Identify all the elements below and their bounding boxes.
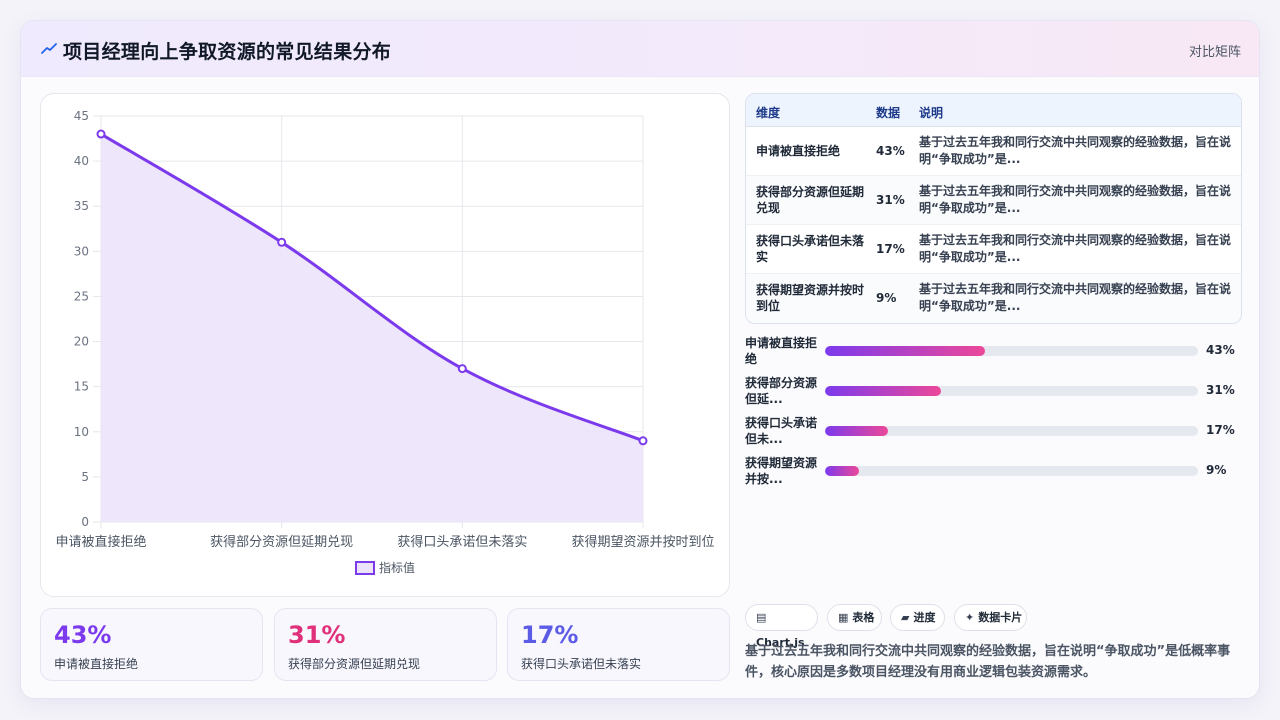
table-cell-dimension: 申请被直接拒绝 bbox=[756, 144, 841, 158]
table-cell-value: 43% bbox=[876, 144, 905, 158]
legend-swatch bbox=[355, 561, 375, 575]
table-icon: ▦ bbox=[838, 611, 849, 624]
chip-label: 进度 bbox=[913, 611, 936, 624]
table-cell-value: 31% bbox=[876, 193, 905, 207]
progress-fill bbox=[825, 466, 859, 476]
x-tick-label: 获得口头承诺但未落实 bbox=[397, 534, 527, 550]
stat-card: 31% 获得部分资源但延期兑现 bbox=[274, 608, 497, 681]
x-tick-label: 申请被直接拒绝 bbox=[55, 534, 146, 550]
stat-value: 43% bbox=[54, 621, 112, 649]
progress-fill bbox=[825, 346, 986, 356]
progress-track bbox=[825, 466, 1198, 476]
progress-icon: ▰ bbox=[901, 611, 910, 624]
table-cell-description: 基于过去五年我和同行交流中共同观察的经验数据，旨在说明“争取成功”是... bbox=[919, 135, 1232, 166]
data-table: 维度 数据 说明 申请被直接拒绝 43% 基于过去五年我和同行交流中共同观察的经… bbox=[745, 93, 1242, 324]
progress-fill bbox=[825, 386, 941, 396]
page-title: 项目经理向上争取资源的常见结果分布 bbox=[63, 41, 392, 63]
progress-row: 获得期望资源并按... 9% bbox=[745, 455, 1242, 489]
y-tick-label: 0 bbox=[81, 515, 89, 529]
chart-icon: ▤ bbox=[756, 611, 767, 624]
stat-label: 获得口头承诺但未落实 bbox=[521, 657, 642, 671]
y-tick-label: 35 bbox=[74, 199, 89, 213]
dashboard-card: 项目经理向上争取资源的常见结果分布 对比矩阵 0 5 10 15 20 25 30 35 40 4… bbox=[20, 20, 1260, 699]
progress-label: 获得期望资源并按... bbox=[745, 456, 818, 486]
progress-value: 17% bbox=[1206, 423, 1235, 437]
progress-fill bbox=[825, 426, 889, 436]
progress-row: 获得口头承诺但未... 17% bbox=[745, 415, 1242, 449]
series-area bbox=[101, 134, 643, 523]
table-cell-description: 基于过去五年我和同行交流中共同观察的经验数据，旨在说明“争取成功”是... bbox=[919, 233, 1232, 264]
progress-row: 获得部分资源但延... 31% bbox=[745, 375, 1242, 409]
area-chart: 0 5 10 15 20 25 30 35 40 45 申请被直接拒绝 获得部分资源但延期兑现 获得口头… bbox=[55, 109, 715, 575]
x-tick-label: 获得期望资源并按时到位 bbox=[571, 534, 714, 550]
table-cell-dimension: 获得部分资源但延期兑现 bbox=[756, 185, 865, 215]
summary-text: 基于过去五年我和同行交流中共同观察的经验数据，旨在说明“争取成功”是低概率事件，… bbox=[745, 644, 1231, 680]
table-cell-dimension: 获得口头承诺但未落实 bbox=[756, 234, 865, 264]
chip-table[interactable]: ▦ 表格 bbox=[827, 604, 882, 631]
column-header-dimension: 维度 bbox=[756, 106, 781, 120]
data-point bbox=[96, 129, 106, 139]
table-cell-value: 17% bbox=[876, 242, 905, 256]
chip-label: 表格 bbox=[852, 611, 875, 624]
chip-label: 数据卡片 bbox=[978, 611, 1023, 624]
stat-value: 31% bbox=[288, 621, 346, 649]
progress-label: 获得口头承诺但未... bbox=[745, 416, 818, 446]
y-tick-label: 5 bbox=[81, 470, 89, 484]
column-header-data: 数据 bbox=[876, 106, 901, 120]
progress-label: 获得部分资源但延... bbox=[745, 376, 818, 406]
progress-track bbox=[825, 426, 1198, 436]
chip-progress[interactable]: ▰ 进度 bbox=[890, 604, 945, 631]
chip-chartjs[interactable]: ▤Chart.js bbox=[745, 604, 818, 649]
chip-data-card[interactable]: ✦ 数据卡片 bbox=[954, 604, 1027, 631]
stat-value: 17% bbox=[521, 621, 579, 649]
progress-row: 申请被直接拒绝 43% bbox=[745, 335, 1242, 369]
trend-line-icon bbox=[41, 43, 57, 54]
stat-card: 17% 获得口头承诺但未落实 bbox=[507, 608, 730, 681]
progress-track bbox=[825, 346, 1198, 356]
comparison-matrix-link[interactable]: 对比矩阵 bbox=[1189, 41, 1241, 60]
progress-value: 9% bbox=[1206, 463, 1227, 477]
stat-label: 申请被直接拒绝 bbox=[54, 657, 139, 671]
y-tick-label: 45 bbox=[74, 109, 89, 123]
y-tick-label: 25 bbox=[74, 289, 89, 303]
table-cell-dimension: 获得期望资源并按时到位 bbox=[756, 283, 865, 313]
data-point bbox=[277, 237, 287, 247]
page-header: 项目经理向上争取资源的常见结果分布 对比矩阵 bbox=[21, 21, 1259, 77]
stat-card: 43% 申请被直接拒绝 bbox=[40, 608, 263, 681]
progress-value: 31% bbox=[1206, 383, 1235, 397]
table-cell-value: 9% bbox=[876, 291, 897, 305]
table-row: 申请被直接拒绝 43% 基于过去五年我和同行交流中共同观察的经验数据，旨在说明“… bbox=[746, 127, 1241, 176]
progress-track bbox=[825, 386, 1198, 396]
legend-label: 指标值 bbox=[379, 560, 415, 575]
table-cell-description: 基于过去五年我和同行交流中共同观察的经验数据，旨在说明“争取成功”是... bbox=[919, 184, 1232, 215]
chart-panel: 0 5 10 15 20 25 30 35 40 45 申请被直接拒绝 获得部分资源但延期兑现 获得口头… bbox=[40, 93, 730, 597]
progress-value: 43% bbox=[1206, 343, 1235, 357]
table-cell-description: 基于过去五年我和同行交流中共同观察的经验数据，旨在说明“争取成功”是... bbox=[919, 282, 1232, 313]
table-header: 维度 数据 说明 bbox=[746, 94, 1241, 127]
sparkle-icon: ✦ bbox=[965, 611, 975, 624]
y-tick-label: 30 bbox=[74, 244, 89, 258]
y-tick-label: 15 bbox=[74, 380, 89, 394]
y-tick-label: 20 bbox=[74, 335, 89, 349]
table-row: 获得期望资源并按时到位 9% 基于过去五年我和同行交流中共同观察的经验数据，旨在… bbox=[746, 274, 1241, 323]
progress-label: 申请被直接拒绝 bbox=[745, 336, 818, 366]
column-header-description: 说明 bbox=[919, 106, 944, 120]
stat-label: 获得部分资源但延期兑现 bbox=[288, 657, 421, 671]
y-tick-label: 10 bbox=[74, 425, 89, 439]
y-tick-label: 40 bbox=[74, 154, 89, 168]
data-point bbox=[457, 364, 467, 374]
table-row: 获得部分资源但延期兑现 31% 基于过去五年我和同行交流中共同观察的经验数据，旨… bbox=[746, 176, 1241, 225]
data-point bbox=[638, 436, 648, 446]
x-tick-label: 获得部分资源但延期兑现 bbox=[210, 534, 353, 550]
table-row: 获得口头承诺但未落实 17% 基于过去五年我和同行交流中共同观察的经验数据，旨在… bbox=[746, 225, 1241, 274]
